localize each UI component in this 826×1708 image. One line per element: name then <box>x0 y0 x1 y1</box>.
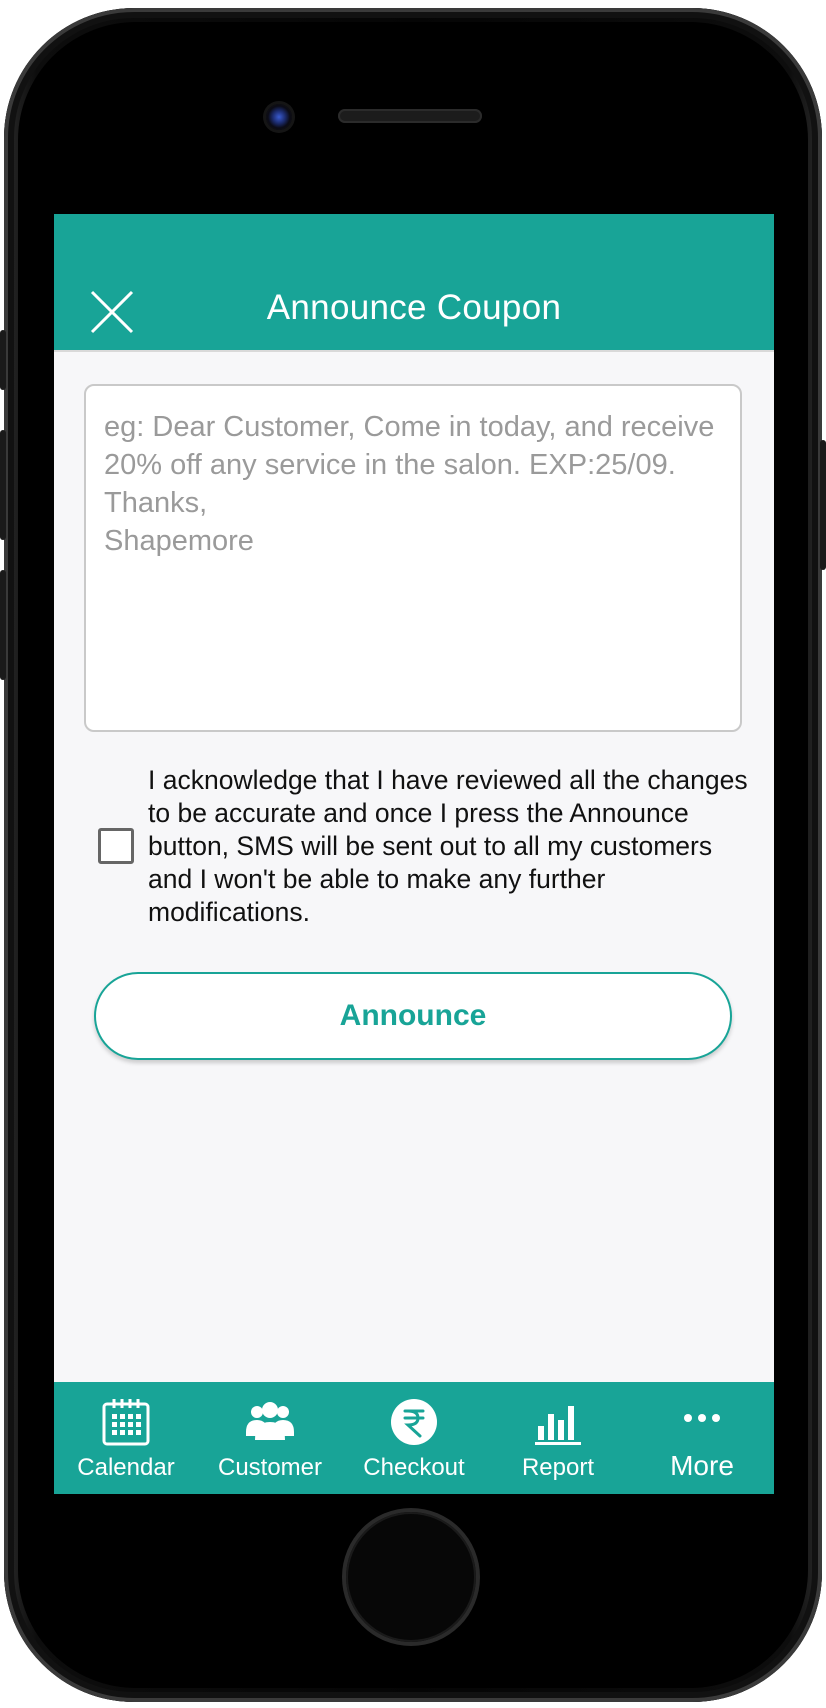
power-button <box>820 440 826 570</box>
bar-chart-icon <box>535 1406 581 1445</box>
earpiece-speaker <box>338 109 482 123</box>
acknowledgement-text: I acknowledge that I have reviewed all t… <box>148 765 748 927</box>
app-header: Announce Coupon <box>54 214 774 352</box>
volume-down-button <box>0 570 6 680</box>
calendar-icon <box>102 1399 150 1446</box>
more-dots-icon <box>684 1414 720 1422</box>
app-screen: Announce Coupon I acknowledge that I hav… <box>54 214 774 1494</box>
coupon-message-input[interactable] <box>84 384 742 732</box>
acknowledgement-row: I acknowledge that I have reviewed all t… <box>98 764 758 934</box>
nav-label: Customer <box>217 1454 323 1481</box>
acknowledge-checkbox[interactable] <box>98 828 134 864</box>
home-button[interactable] <box>346 1512 476 1642</box>
volume-up-button <box>0 430 6 540</box>
nav-label: Calendar <box>77 1454 175 1481</box>
announce-button[interactable]: Announce <box>94 972 732 1060</box>
customers-icon <box>246 1402 294 1440</box>
nav-item-more[interactable]: More <box>630 1382 774 1494</box>
nav-item-customer[interactable]: Customer <box>198 1382 342 1494</box>
page-title: Announce Coupon <box>266 288 562 327</box>
nav-item-checkout[interactable]: Checkout <box>342 1382 486 1494</box>
bottom-nav: Calendar Customer Checkout Report More <box>54 1382 774 1494</box>
rupee-icon <box>391 1399 437 1445</box>
nav-label: More <box>670 1450 734 1481</box>
mute-switch <box>0 330 6 390</box>
nav-item-calendar[interactable]: Calendar <box>54 1382 198 1494</box>
nav-label: Checkout <box>363 1454 465 1481</box>
nav-item-report[interactable]: Report <box>486 1382 630 1494</box>
nav-label: Report <box>521 1454 595 1481</box>
front-camera <box>266 104 292 130</box>
